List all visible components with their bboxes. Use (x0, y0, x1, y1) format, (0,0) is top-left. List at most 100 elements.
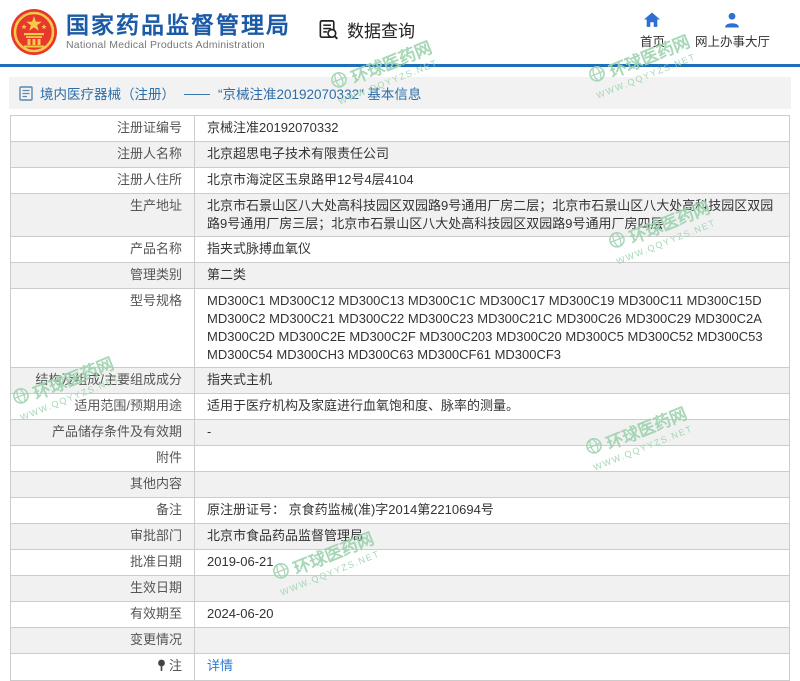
row-label-text: 产品储存条件及有效期 (52, 424, 182, 439)
row-label-text: 有效期至 (130, 606, 182, 621)
site-header: 国家药品监督管理局 National Medical Products Admi… (0, 0, 800, 64)
row-label: 结构及组成/主要组成成分 (11, 368, 195, 393)
row-label: 适用范围/预期用途 (11, 394, 195, 419)
row-label-text: 产品名称 (130, 241, 182, 256)
breadcrumb-category: 境内医疗器械（注册） (40, 83, 175, 103)
nav-home[interactable]: 首页 (640, 12, 665, 50)
row-value: 北京市石景山区八大处高科技园区双园路9号通用厂房二层；北京市石景山区八大处高科技… (195, 194, 789, 236)
table-row: 适用范围/预期用途适用于医疗机构及家庭进行血氧饱和度、脉率的测量。 (11, 394, 789, 420)
row-label-text: 注册证编号 (117, 120, 182, 135)
national-emblem-logo (10, 8, 58, 56)
logo-area: 国家药品监督管理局 National Medical Products Admi… (10, 8, 291, 56)
row-value: MD300C1 MD300C12 MD300C13 MD300C1C MD300… (195, 289, 789, 367)
row-label-text: 备注 (156, 502, 182, 517)
row-label: 注 (11, 654, 195, 680)
breadcrumb-separator: —— (184, 86, 209, 101)
site-title: 国家药品监督管理局 (66, 13, 291, 37)
table-row: 有效期至 2024-06-20 (11, 602, 789, 628)
table-row: 注册人名称北京超思电子技术有限责任公司 (11, 142, 789, 168)
row-label: 生产地址 (11, 194, 195, 236)
home-icon (643, 12, 661, 28)
row-value: 北京超思电子技术有限责任公司 (195, 142, 789, 167)
row-label: 审批部门 (11, 524, 195, 549)
row-label: 备注 (11, 498, 195, 523)
data-query-tab[interactable]: 数据查询 (317, 17, 415, 42)
table-row: 型号规格 MD300C1 MD300C12 MD300C13 MD300C1C M… (11, 289, 789, 368)
row-label-text: 注册人住所 (117, 172, 182, 187)
detail-link[interactable]: 详情 (207, 658, 233, 673)
info-table: 注册证编号京械注准20192070332注册人名称北京超思电子技术有限责任公司注… (10, 115, 790, 681)
row-value: 详情 (195, 654, 789, 680)
row-label: 有效期至 (11, 602, 195, 627)
table-row: 注册证编号京械注准20192070332 (11, 116, 789, 142)
row-label: 型号规格 (11, 289, 195, 367)
row-value: 原注册证号： 京食药监械(准)字2014第2210694号 (195, 498, 789, 523)
document-search-icon (317, 18, 340, 41)
nav-home-label: 首页 (640, 31, 665, 50)
row-value: 京械注准20192070332 (195, 116, 789, 141)
site-titles: 国家药品监督管理局 National Medical Products Admi… (66, 13, 291, 51)
nav-service-hall-label: 网上办事大厅 (695, 31, 770, 50)
table-row: 生效日期 (11, 576, 789, 602)
row-label: 附件 (11, 446, 195, 471)
table-row: 其他内容 (11, 472, 789, 498)
row-label-text: 审批部门 (130, 528, 182, 543)
row-label: 管理类别 (11, 263, 195, 288)
header-divider (0, 64, 800, 67)
row-value (195, 446, 789, 471)
row-label: 产品储存条件及有效期 (11, 420, 195, 445)
table-row: 产品名称指夹式脉搏血氧仪 (11, 237, 789, 263)
row-value: 适用于医疗机构及家庭进行血氧饱和度、脉率的测量。 (195, 394, 789, 419)
row-value: 第二类 (195, 263, 789, 288)
row-label: 注册证编号 (11, 116, 195, 141)
row-value: 北京市食品药品监督管理局 (195, 524, 789, 549)
table-row: 注 详情 (11, 654, 789, 680)
top-nav: 首页 网上办事大厅 (640, 12, 786, 50)
row-label: 其他内容 (11, 472, 195, 497)
row-value: 指夹式脉搏血氧仪 (195, 237, 789, 262)
row-label: 批准日期 (11, 550, 195, 575)
table-row: 管理类别第二类 (11, 263, 789, 289)
document-icon (19, 86, 33, 101)
row-label: 变更情况 (11, 628, 195, 653)
breadcrumb-current: “京械注准20192070332” 基本信息 (218, 83, 421, 103)
row-value (195, 472, 789, 497)
table-row: 附件 (11, 446, 789, 472)
row-label-text: 批准日期 (130, 554, 182, 569)
row-label-text: 变更情况 (130, 632, 182, 647)
nav-service-hall[interactable]: 网上办事大厅 (695, 12, 770, 50)
row-label-text: 适用范围/预期用途 (74, 398, 182, 413)
row-value: 北京市海淀区玉泉路甲12号4层4104 (195, 168, 789, 193)
row-value (195, 628, 789, 653)
row-value (195, 576, 789, 601)
row-label: 生效日期 (11, 576, 195, 601)
user-icon (723, 12, 741, 28)
table-row: 变更情况 (11, 628, 789, 654)
table-row: 批准日期 2019-06-21 (11, 550, 789, 576)
row-label-text: 注 (169, 658, 182, 673)
row-label-text: 型号规格 (130, 293, 182, 308)
table-row: 生产地址北京市石景山区八大处高科技园区双园路9号通用厂房二层；北京市石景山区八大… (11, 194, 789, 237)
breadcrumb: 境内医疗器械（注册） —— “京械注准20192070332” 基本信息 (9, 77, 791, 109)
row-label-text: 管理类别 (130, 267, 182, 282)
table-row: 审批部门北京市食品药品监督管理局 (11, 524, 789, 550)
row-value: 2019-06-21 (195, 550, 789, 575)
table-row: 结构及组成/主要组成成分指夹式主机 (11, 368, 789, 394)
row-label: 注册人住所 (11, 168, 195, 193)
row-label-text: 附件 (156, 450, 182, 465)
site-subtitle: National Medical Products Administration (66, 39, 291, 51)
table-row: 注册人住所北京市海淀区玉泉路甲12号4层4104 (11, 168, 789, 194)
row-label-text: 结构及组成/主要组成成分 (35, 372, 182, 387)
pin-icon (157, 659, 166, 677)
row-value: 2024-06-20 (195, 602, 789, 627)
row-label: 注册人名称 (11, 142, 195, 167)
row-label: 产品名称 (11, 237, 195, 262)
row-value: - (195, 420, 789, 445)
row-label-text: 其他内容 (130, 476, 182, 491)
row-label-text: 生产地址 (130, 198, 182, 213)
data-query-label: 数据查询 (347, 17, 415, 42)
table-row: 产品储存条件及有效期- (11, 420, 789, 446)
table-row: 备注原注册证号： 京食药监械(准)字2014第2210694号 (11, 498, 789, 524)
row-label-text: 注册人名称 (117, 146, 182, 161)
row-value: 指夹式主机 (195, 368, 789, 393)
